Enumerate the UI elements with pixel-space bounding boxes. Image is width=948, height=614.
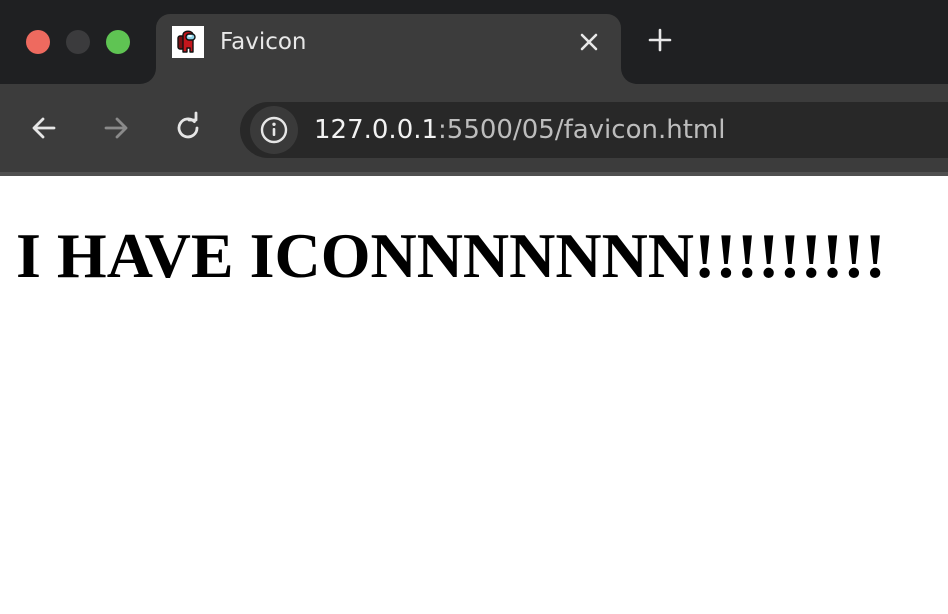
tab-favicon[interactable]: Favicon [156,14,621,84]
minimize-window-button[interactable] [66,30,90,54]
url-host: 127.0.0.1 [314,115,439,145]
page-heading: I HAVE ICONNNNNNN!!!!!!!!! [16,220,886,291]
among-us-crewmate-icon [172,26,204,58]
maximize-window-button[interactable] [106,30,130,54]
browser-toolbar: 127.0.0.1:5500/05/favicon.html [0,84,948,172]
tab-strip: Favicon [0,0,948,84]
reload-icon[interactable] [170,110,206,146]
forward-arrow-icon[interactable] [98,110,134,146]
back-arrow-icon[interactable] [26,110,62,146]
close-window-button[interactable] [26,30,50,54]
new-tab-plus-icon[interactable] [644,24,676,56]
tab-title: Favicon [220,29,307,55]
browser-window: Favicon 127.0.0.1:5500/05/favicon.html I… [0,0,948,614]
url-text[interactable]: 127.0.0.1:5500/05/favicon.html [314,102,725,158]
address-bar[interactable]: 127.0.0.1:5500/05/favicon.html [240,102,948,158]
url-path: :5500/05/favicon.html [438,115,726,145]
page-content: I HAVE ICONNNNNNN!!!!!!!!! [0,176,948,614]
site-info-icon[interactable] [250,106,298,154]
close-tab-icon[interactable] [575,28,603,56]
